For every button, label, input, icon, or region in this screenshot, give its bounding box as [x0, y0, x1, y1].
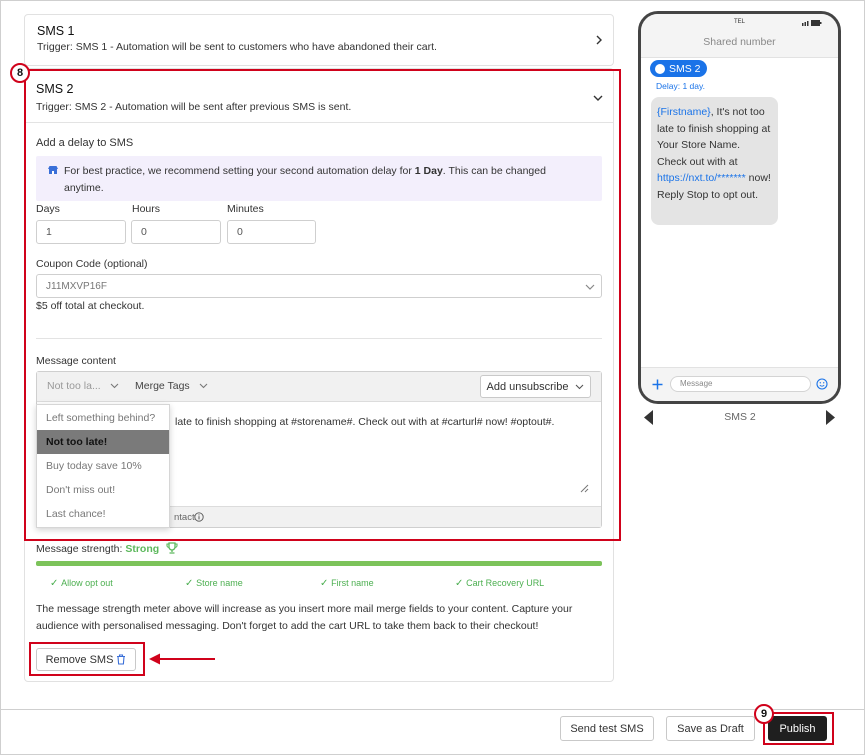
sms-badge: SMS 2 — [650, 60, 707, 77]
plus-icon[interactable] — [652, 379, 663, 390]
sms2-title: SMS 2 — [36, 82, 74, 96]
emoji-icon[interactable] — [816, 378, 828, 390]
hours-label: Hours — [132, 203, 161, 215]
template-option-selected[interactable]: Not too late! — [37, 430, 169, 454]
check-icon: ✓ — [50, 578, 62, 589]
coupon-select[interactable]: J11MXVP16F — [36, 274, 602, 298]
check-icon: ✓ — [185, 578, 197, 589]
phone-header: Shared number — [703, 36, 776, 48]
sms1-trigger: Trigger: SMS 1 - Automation will be sent… — [37, 41, 437, 53]
phone-frame: TEL Shared number SMS 2 Delay: 1 day. {F… — [638, 11, 841, 404]
check-icon: ✓ — [320, 578, 332, 589]
check-label: Cart Recovery URL — [466, 578, 545, 588]
sms1-title: SMS 1 — [37, 24, 75, 38]
strength-description: The message strength meter above will in… — [36, 603, 573, 632]
store-icon — [48, 166, 58, 174]
pager-label: SMS 2 — [724, 411, 756, 423]
remove-sms-label: Remove SMS — [45, 653, 114, 666]
message-label: Message content — [36, 355, 116, 367]
next-icon[interactable] — [825, 410, 835, 425]
info-icon[interactable] — [194, 512, 204, 522]
step-8-badge: 8 — [10, 63, 30, 83]
message-body: late to finish shopping at #storename#. … — [175, 416, 555, 428]
coupon-label: Coupon Code (optional) — [36, 258, 148, 270]
remove-sms-button[interactable]: Remove SMS — [36, 648, 136, 671]
message-input[interactable]: Message — [670, 376, 811, 392]
coupon-value: J11MXVP16F — [46, 280, 107, 292]
check-item: ✓ First name — [320, 578, 374, 589]
check-item: ✓ Allow opt out — [50, 578, 113, 589]
tip-box: For best practice, we recommend setting … — [36, 156, 602, 201]
days-input[interactable]: 1 — [36, 220, 126, 244]
step-9-badge: 9 — [754, 704, 774, 724]
chevron-right-icon[interactable] — [595, 34, 603, 46]
publish-button[interactable]: Publish — [768, 716, 827, 741]
check-icon: ✓ — [455, 578, 467, 589]
strength-checks: ✓ Allow opt out ✓ Store name ✓ First nam… — [50, 578, 570, 592]
check-label: Allow opt out — [61, 578, 113, 588]
add-unsubscribe-button[interactable]: Add unsubscribe — [480, 375, 591, 398]
strength-meter — [36, 561, 602, 566]
chevron-down-icon — [199, 383, 207, 389]
minutes-label: Minutes — [227, 203, 264, 215]
chevron-down-icon — [576, 384, 584, 389]
save-draft-button[interactable]: Save as Draft — [666, 716, 755, 741]
merge-tags-label: Merge Tags — [135, 380, 190, 392]
message-link[interactable]: https://nxt.to/******* — [657, 172, 746, 184]
strength-row: Message strength: Strong — [36, 543, 159, 555]
trash-icon — [117, 654, 126, 665]
delay-note: Delay: 1 day. — [656, 81, 705, 91]
strength-value: Strong — [125, 543, 160, 555]
template-option[interactable]: Don't miss out! — [37, 478, 169, 502]
template-dropdown: Left something behind? Not too late! Buy… — [36, 404, 170, 528]
sms2-trigger: Trigger: SMS 2 - Automation will be sent… — [36, 101, 352, 113]
phone-input-bar: Message — [641, 367, 838, 401]
template-select[interactable]: Not too la... — [47, 380, 119, 392]
prev-icon[interactable] — [644, 410, 654, 425]
coupon-note: $5 off total at checkout. — [36, 300, 145, 312]
chevron-down-icon — [110, 383, 119, 389]
chevron-down-icon — [585, 284, 595, 290]
carrier-label: TEL — [734, 19, 746, 25]
hours-input[interactable]: 0 — [131, 220, 221, 244]
template-option[interactable]: Left something behind? — [37, 406, 169, 430]
sms1-card[interactable]: SMS 1 Trigger: SMS 1 - Automation will b… — [24, 14, 614, 66]
template-select-value: Not too la... — [47, 380, 101, 392]
sms-badge-label: SMS 2 — [669, 62, 701, 75]
tip-text: For best practice, we recommend setting … — [64, 163, 584, 197]
tip-text-before: For best practice, we recommend setting … — [64, 165, 415, 177]
add-unsubscribe-label: Add unsubscribe — [486, 380, 569, 393]
merge-tags-dropdown[interactable]: Merge Tags — [135, 380, 208, 392]
check-item: ✓ Store name — [185, 578, 243, 589]
strength-label: Message strength: — [36, 543, 123, 555]
minutes-input[interactable]: 0 — [227, 220, 316, 244]
message-toolbar: Not too la... Merge Tags Add unsubscribe — [37, 372, 601, 402]
check-item: ✓ Cart Recovery URL — [455, 578, 544, 589]
trophy-icon — [166, 542, 178, 554]
check-label: Store name — [196, 578, 243, 588]
delay-heading: Add a delay to SMS — [36, 137, 134, 149]
days-label: Days — [36, 203, 60, 215]
send-test-sms-button[interactable]: Send test SMS — [560, 716, 654, 741]
phone-top: TEL Shared number — [641, 14, 838, 58]
template-option[interactable]: Buy today save 10% — [37, 454, 169, 478]
sms-badge-dot — [655, 63, 665, 74]
message-bubble: {Firstname}, It's not too late to finish… — [651, 97, 778, 225]
check-label: First name — [331, 578, 374, 588]
battery-icon — [802, 20, 822, 26]
firstname-tag: {Firstname} — [657, 106, 711, 118]
strength-meter-fill — [36, 561, 602, 566]
template-option[interactable]: Last chance! — [37, 502, 169, 526]
tip-text-bold: 1 Day — [414, 165, 443, 177]
resize-handle-icon[interactable] — [579, 483, 589, 493]
arrow-left-icon — [149, 653, 215, 665]
divider — [36, 338, 602, 339]
divider — [26, 122, 613, 123]
footer-fragment: ntact — [174, 512, 195, 523]
chevron-down-icon[interactable] — [592, 94, 604, 102]
